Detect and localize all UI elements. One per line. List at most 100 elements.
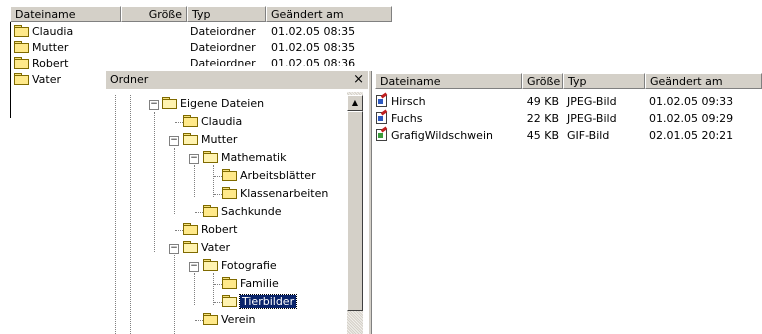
bg-list-item[interactable]: Robert <box>14 56 68 72</box>
tree-item-label: Eigene Dateien <box>180 97 265 110</box>
scroll-thumb[interactable] <box>347 111 363 311</box>
tree-guide-line <box>130 95 131 334</box>
column-geaendert[interactable]: Geändert am <box>645 73 762 89</box>
tree-item-mathematik[interactable]: Mathematik <box>203 150 286 166</box>
folder-icon <box>14 57 29 69</box>
column-typ[interactable]: Typ <box>563 73 645 89</box>
folder-open-icon <box>183 241 198 253</box>
folder-icon <box>183 115 198 127</box>
tree-item-familie[interactable]: Familie <box>222 276 279 292</box>
table-row[interactable]: Fuchs <box>376 111 422 127</box>
folder-icon <box>14 41 29 53</box>
bg-column-dateiname[interactable]: Dateiname <box>10 6 121 22</box>
bg-item-type: Dateiordner <box>190 41 256 54</box>
collapse-icon[interactable]: − <box>189 262 199 272</box>
tree-item-label: Fotografie <box>221 259 277 272</box>
file-name: Hirsch <box>391 95 426 108</box>
tree-item-label: Arbeitsblätter <box>240 169 316 182</box>
collapse-icon[interactable]: − <box>169 136 179 146</box>
file-name: Fuchs <box>391 112 423 125</box>
tree-connector <box>175 122 183 123</box>
folder-open-icon <box>203 259 218 271</box>
folder-icon <box>203 205 218 217</box>
tree-connector <box>195 212 203 213</box>
table-row[interactable]: Hirsch <box>376 94 426 110</box>
bg-column-groesse[interactable]: Größe <box>121 6 187 22</box>
jpeg-file-icon <box>376 95 387 107</box>
bg-list-item[interactable]: Mutter <box>14 40 68 56</box>
bg-item-type: Dateiordner <box>190 57 256 66</box>
collapse-icon[interactable]: − <box>169 244 179 254</box>
bg-column-typ[interactable]: Typ <box>187 6 266 22</box>
jpeg-file-icon <box>376 112 387 124</box>
file-modified: 02.01.05 20:21 <box>649 129 734 142</box>
folder-icon <box>14 73 29 85</box>
tree-connector <box>214 302 222 303</box>
file-type: GIF-Bild <box>567 129 610 142</box>
file-size: 22 KB <box>526 112 559 125</box>
tree-guide-line <box>213 273 214 305</box>
tree-item-label: Robert <box>201 223 238 236</box>
bg-item-type: Dateiordner <box>190 25 256 38</box>
folder-icon <box>222 277 237 289</box>
tree-item-label: Claudia <box>201 115 243 128</box>
column-groesse[interactable]: Größe <box>522 73 563 89</box>
tree-guide-line <box>194 165 195 197</box>
folder-open-icon <box>222 295 237 307</box>
folder-pane-title: Ordner <box>110 73 149 86</box>
bg-list-item[interactable]: Vater <box>14 72 61 88</box>
tree-item-label: Klassenarbeiten <box>240 187 329 200</box>
tree-item-klassenarbeiten[interactable]: Klassenarbeiten <box>222 186 328 202</box>
tree-item-mutter[interactable]: Mutter <box>183 132 237 148</box>
tree-item-label: Sachkunde <box>221 205 282 218</box>
tree-connector <box>214 284 222 285</box>
tree-connector <box>214 176 222 177</box>
tree-guide-line <box>194 273 195 305</box>
tree-item-label: Mathematik <box>221 151 287 164</box>
folder-open-icon <box>183 133 198 145</box>
collapse-icon[interactable]: − <box>189 154 199 164</box>
tree-item-label: Mutter <box>201 133 238 146</box>
file-type: JPEG-Bild <box>567 112 617 125</box>
bg-item-modified: 01.02.05 08:35 <box>271 41 356 54</box>
tree-guide-line <box>174 255 175 334</box>
bg-column-geaendert[interactable]: Geändert am <box>266 6 392 22</box>
bg-list-item[interactable]: Claudia <box>14 24 73 40</box>
file-size: 49 KB <box>526 95 559 108</box>
scroll-up-arrow-icon[interactable]: ▲ <box>347 95 363 111</box>
tree-connector <box>195 320 203 321</box>
tree-item-label: Familie <box>240 277 279 290</box>
tree-guide-line <box>154 112 155 252</box>
file-size: 45 KB <box>526 129 559 142</box>
bg-item-name: Robert <box>32 57 69 70</box>
column-dateiname[interactable]: Dateiname <box>375 73 522 89</box>
pane-splitter[interactable] <box>368 71 372 334</box>
tree-item-verein[interactable]: Verein <box>203 312 256 328</box>
close-icon[interactable]: × <box>353 71 364 89</box>
tree-guide-line <box>115 95 116 334</box>
table-row[interactable]: GrafigWildschwein <box>376 128 493 144</box>
tree-item-label: Verein <box>221 313 256 326</box>
bg-item-name: Vater <box>32 73 62 86</box>
tree-item-vater[interactable]: Vater <box>183 240 230 256</box>
folder-icon <box>14 25 29 37</box>
tree-item-label-selected: Tierbilder <box>238 294 298 309</box>
tree-item-eigene-dateien[interactable]: Eigene Dateien <box>162 96 264 112</box>
tree-item-robert[interactable]: Robert <box>183 222 237 238</box>
file-modified: 01.02.05 09:29 <box>649 112 734 125</box>
gif-file-icon <box>376 129 387 141</box>
folder-pane-titlebar: Ordner × <box>106 71 368 89</box>
folder-open-icon <box>162 97 177 109</box>
collapse-icon[interactable]: − <box>149 100 159 110</box>
tree-item-sachkunde[interactable]: Sachkunde <box>203 204 281 220</box>
bg-item-name: Mutter <box>32 41 69 54</box>
file-type: JPEG-Bild <box>567 95 617 108</box>
tree-item-claudia[interactable]: Claudia <box>183 114 242 130</box>
tree-item-arbeitsblaetter[interactable]: Arbeitsblätter <box>222 168 316 184</box>
bg-item-modified: 01.02.05 08:36 <box>271 57 356 66</box>
tree-item-fotografie[interactable]: Fotografie <box>203 258 277 274</box>
bg-list-border <box>10 22 11 118</box>
tree-guide-line <box>213 165 214 197</box>
tree-item-tierbilder[interactable]: Tierbilder <box>222 294 298 310</box>
file-modified: 01.02.05 09:33 <box>649 95 734 108</box>
